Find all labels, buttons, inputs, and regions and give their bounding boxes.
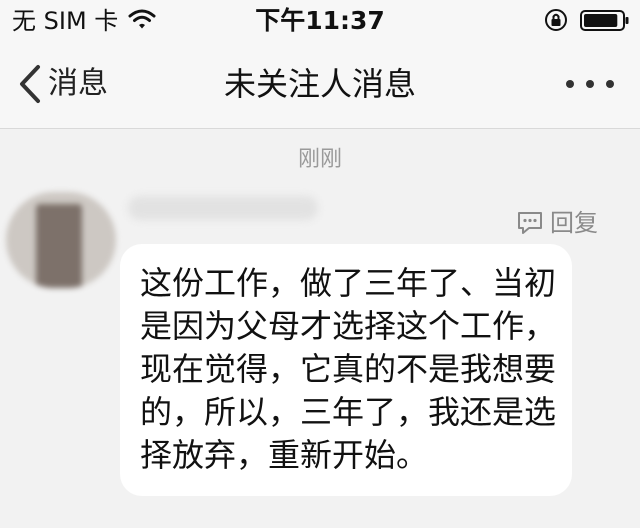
- sender-name-blurred: [128, 196, 318, 220]
- page-title: 未关注人消息: [223, 65, 416, 103]
- reply-label: 回复: [550, 209, 598, 237]
- avatar-image: [36, 204, 82, 288]
- comment-icon: [518, 212, 542, 234]
- more-options-button[interactable]: [560, 68, 620, 100]
- sender-avatar[interactable]: [6, 192, 116, 288]
- battery-icon: [580, 10, 629, 31]
- orientation-lock-icon: [545, 9, 567, 31]
- message-text: 这份工作，做了三年了、当初是因为父母才选择这个工作，现在觉得，它真的不是我想要的…: [140, 264, 557, 474]
- message-timestamp: 刚刚: [297, 147, 342, 172]
- status-bar: 无 SIM 卡 下午11:37: [0, 0, 640, 40]
- message-bubble[interactable]: 这份工作，做了三年了、当初是因为父母才选择这个工作，现在觉得，它真的不是我想要的…: [120, 244, 572, 496]
- more-dots-icon: [566, 80, 614, 88]
- navigation-bar: 消息 未关注人消息: [0, 40, 640, 129]
- reply-button[interactable]: 回复: [516, 208, 598, 238]
